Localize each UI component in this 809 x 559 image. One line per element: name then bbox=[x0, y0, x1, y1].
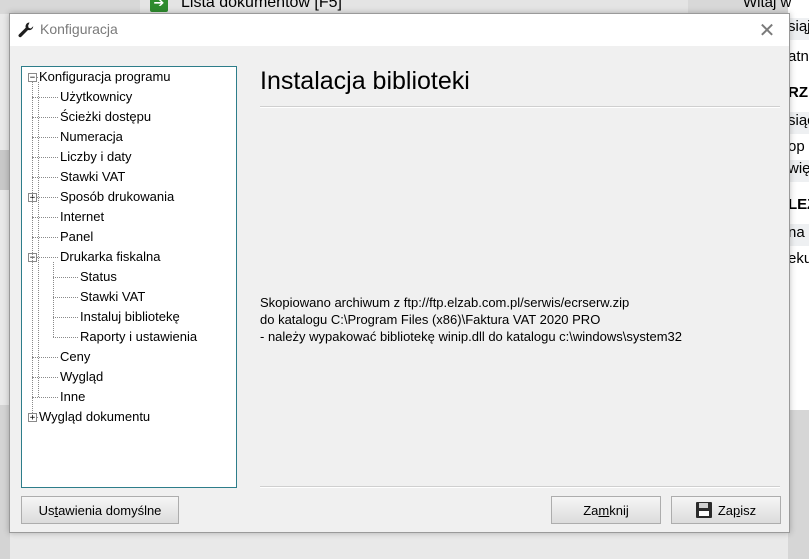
tree-item-label: Drukarka fiskalna bbox=[60, 249, 161, 264]
dialog-title: Konfiguracja bbox=[40, 21, 118, 37]
tree-connector bbox=[32, 157, 58, 158]
tree-connector bbox=[32, 177, 58, 178]
tree-connector bbox=[32, 117, 58, 118]
background-row-fragment: atn bbox=[788, 48, 809, 65]
tree-item-label: Raporty i ustawienia bbox=[80, 329, 198, 344]
tree-item[interactable]: − Konfiguracja programu bbox=[22, 67, 234, 87]
dialog-titlebar[interactable]: Konfiguracja ✕ bbox=[10, 14, 789, 46]
configuration-tree[interactable]: − Konfiguracja programu Użytkownicy Ścieżki… bbox=[21, 66, 237, 488]
tree-item[interactable]: + Wygląd dokumentu bbox=[22, 407, 234, 427]
tree-item[interactable]: + Sposób drukowania bbox=[22, 187, 234, 207]
tree-item[interactable]: Stawki VAT bbox=[22, 167, 234, 187]
defaults-button[interactable]: Ustawienia domyślne bbox=[21, 496, 179, 524]
tree-item[interactable]: Panel bbox=[22, 227, 234, 247]
defaults-button-label: Ustawienia domyślne bbox=[38, 502, 162, 518]
tree-connector bbox=[32, 397, 58, 398]
close-button-label: Zamknij bbox=[583, 502, 629, 518]
tree-item-label: Wygląd bbox=[60, 369, 104, 384]
tree-item-label: Sposób drukowania bbox=[60, 189, 175, 204]
tree-connector bbox=[53, 317, 78, 318]
tree-item-label: Stawki VAT bbox=[60, 169, 126, 184]
background-welcome-text: Witaj w bbox=[743, 0, 792, 11]
tree-item[interactable]: Ceny bbox=[22, 347, 234, 367]
tree-connector bbox=[32, 137, 58, 138]
close-button[interactable]: Zamknij bbox=[551, 496, 661, 524]
tree-item[interactable]: Numeracja bbox=[22, 127, 234, 147]
tree-connector bbox=[32, 377, 58, 378]
tree-item-label: Numeracja bbox=[60, 129, 123, 144]
tree-connector bbox=[53, 297, 78, 298]
background-row-fragment: op bbox=[788, 138, 805, 155]
save-button-label: Zapisz bbox=[717, 502, 757, 518]
background-row-fragment: siąj bbox=[788, 18, 809, 40]
tree-item-label: Ceny bbox=[60, 349, 91, 364]
tree-item-label: Ścieżki dostępu bbox=[60, 109, 152, 124]
title-divider bbox=[260, 106, 780, 108]
tree-item-label: Instaluj bibliotekę bbox=[80, 309, 180, 324]
tree-item[interactable]: Liczby i daty bbox=[22, 147, 234, 167]
tree-item[interactable]: Internet bbox=[22, 207, 234, 227]
tree-item[interactable]: Wygląd bbox=[22, 367, 234, 387]
background-row-fragment: LEŻ bbox=[788, 196, 809, 213]
floppy-disk-icon bbox=[695, 502, 712, 518]
background-right-lower bbox=[788, 410, 809, 559]
tree-connector bbox=[38, 82, 39, 397]
tree-item-label: Inne bbox=[60, 389, 86, 404]
tree-connector bbox=[32, 217, 58, 218]
footer-divider bbox=[260, 486, 780, 488]
save-button[interactable]: Zapisz bbox=[671, 496, 781, 524]
tree-item-label: Użytkownicy bbox=[60, 89, 133, 104]
tree-connector bbox=[32, 357, 58, 358]
tree-item-label: Konfiguracja programu bbox=[39, 69, 171, 84]
background-row-fragment: RZE bbox=[788, 84, 809, 101]
tree-connector bbox=[32, 237, 58, 238]
tree-connector bbox=[32, 82, 33, 413]
tree-item-label: Stawki VAT bbox=[80, 289, 146, 304]
tree-item-label: Wygląd dokumentu bbox=[39, 409, 151, 424]
tree-item[interactable]: Ścieżki dostępu bbox=[22, 107, 234, 127]
tree-item-label: Panel bbox=[60, 229, 94, 244]
tree-item[interactable]: Użytkownicy bbox=[22, 87, 234, 107]
message-line: - należy wypakować bibliotekę winip.dll … bbox=[260, 329, 682, 344]
collapse-icon[interactable]: − bbox=[28, 73, 37, 83]
tree-connector bbox=[32, 97, 58, 98]
tree-item-label: Internet bbox=[60, 209, 105, 224]
arrow-right-icon: ➔ bbox=[150, 0, 168, 12]
wrench-icon bbox=[18, 22, 34, 38]
close-icon[interactable]: ✕ bbox=[745, 14, 789, 46]
tree-item-label: Status bbox=[80, 269, 117, 284]
background-row-fragment: wię bbox=[788, 160, 809, 182]
background-doc-list-link[interactable]: Lista dokumentów [F5] bbox=[181, 0, 342, 12]
background-row-fragment: siąc bbox=[788, 112, 809, 134]
tree-connector bbox=[53, 262, 54, 337]
expand-icon[interactable]: + bbox=[28, 413, 37, 423]
tree-item-label: Liczby i daty bbox=[60, 149, 132, 164]
background-row-fragment: na r bbox=[788, 224, 809, 246]
tree-connector bbox=[53, 277, 78, 278]
tree-item[interactable]: Inne bbox=[22, 387, 234, 407]
tree-connector bbox=[53, 337, 78, 338]
message-line: Skopiowano archiwum z ftp://ftp.elzab.co… bbox=[260, 295, 630, 310]
message-line: do katalogu C:\Program Files (x86)\Faktu… bbox=[260, 312, 601, 327]
configuration-dialog: Konfiguracja ✕ − Konfiguracja programu Uży… bbox=[9, 13, 790, 533]
background-row-fragment: eku bbox=[788, 250, 809, 267]
page-title: Instalacja biblioteki bbox=[260, 67, 470, 95]
